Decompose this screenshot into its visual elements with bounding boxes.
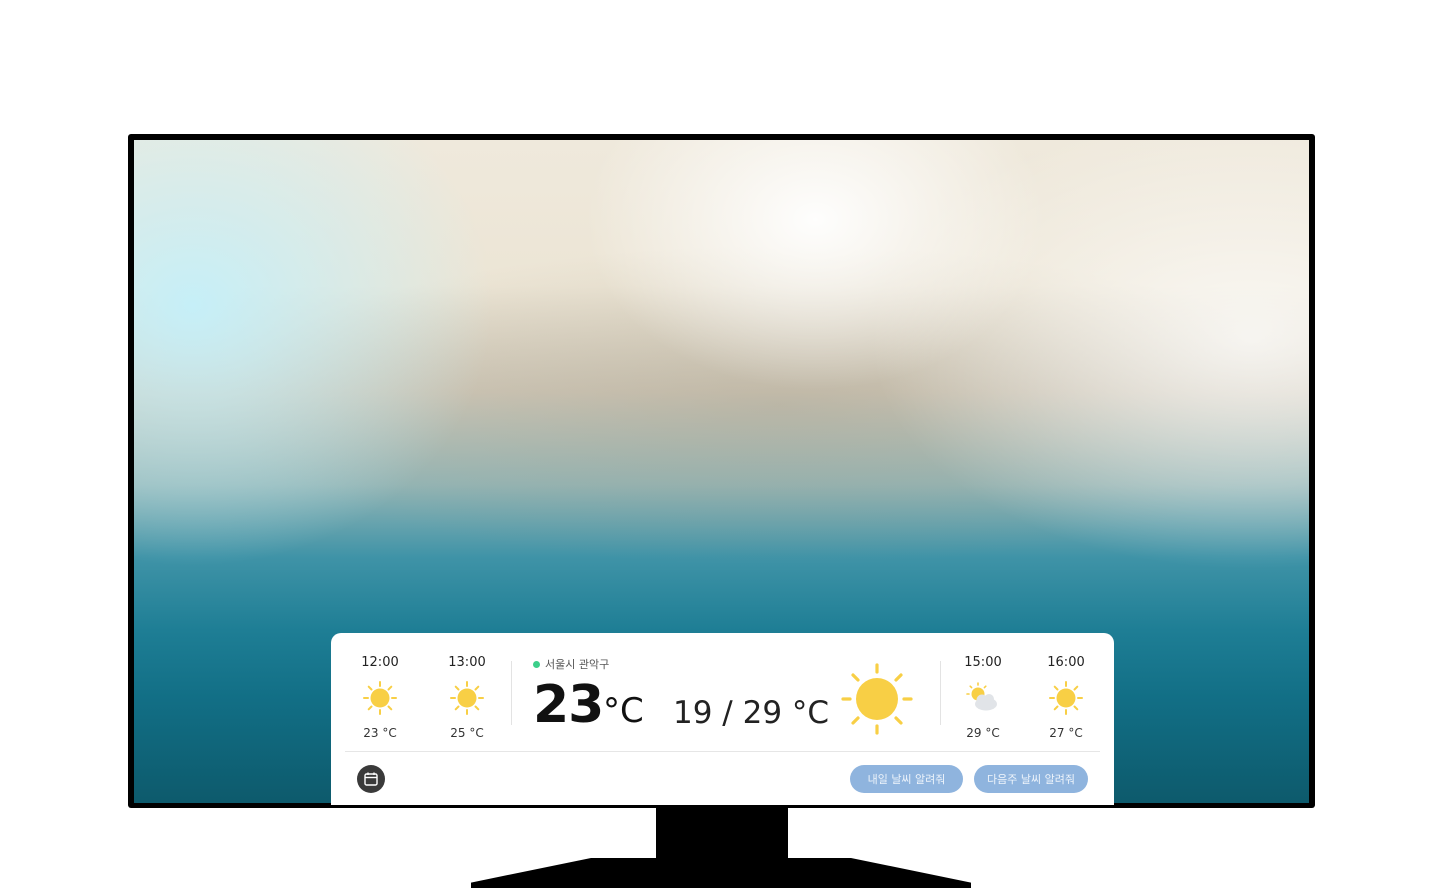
next-week-weather-button[interactable]: 다음주 날씨 알려줘 [974, 765, 1088, 793]
hour-temp: 27 °C [1049, 726, 1083, 740]
sun-icon [450, 681, 484, 715]
sun-icon [1049, 681, 1083, 715]
sun-icon [841, 663, 913, 735]
hour-time: 15:00 [964, 655, 1002, 670]
current-temperature: 23 [533, 675, 604, 735]
hour-temp: 25 °C [450, 726, 484, 740]
temperature-range: 19 / 29 °C [673, 695, 830, 731]
weather-panel: 12:00 23 °C 13:00 25 °C 서울시 관악구 23 °C 19… [331, 633, 1114, 805]
sun-icon [363, 681, 397, 715]
tomorrow-weather-button[interactable]: 내일 날씨 알려줘 [850, 765, 963, 793]
tv-stand-neck [656, 808, 788, 860]
location-text: 서울시 관악구 [545, 658, 610, 671]
calendar-icon [364, 772, 378, 786]
calendar-button[interactable] [357, 765, 385, 793]
tomorrow-weather-label: 내일 날씨 알려줘 [867, 773, 946, 786]
hour-time: 12:00 [361, 655, 399, 670]
divider [345, 751, 1100, 752]
current-temperature-unit: °C [603, 691, 644, 731]
hour-time: 13:00 [448, 655, 486, 670]
location-dot-icon [533, 660, 540, 668]
divider [940, 661, 941, 725]
tv-stand-base [471, 858, 971, 888]
location-label: 서울시 관악구 [533, 656, 609, 672]
hour-temp: 29 °C [966, 726, 1000, 740]
hour-time: 16:00 [1047, 655, 1085, 670]
next-week-weather-label: 다음주 날씨 알려줘 [987, 773, 1075, 786]
divider [511, 661, 512, 725]
partly-cloudy-icon [966, 682, 997, 711]
hour-temp: 23 °C [363, 726, 397, 740]
